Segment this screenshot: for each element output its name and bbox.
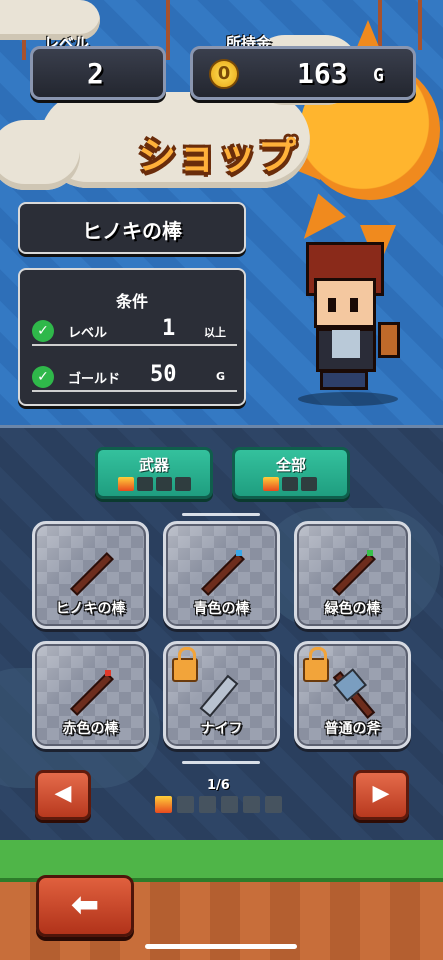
item-name: 緑色の棒 [324, 601, 381, 617]
item-name: ヒノキの棒 [55, 601, 126, 617]
page-title: ショップ [138, 134, 299, 178]
condition-unit: 以上 [204, 326, 226, 339]
blue-stick-icon [201, 552, 245, 596]
item-name: 赤色の棒 [62, 721, 119, 737]
level-value: 2 [87, 57, 104, 90]
conditions-panel: 条件 ✓ レベル 1 以上 ✓ ゴールド 50 G [18, 268, 246, 406]
category-progress [263, 477, 317, 491]
page-dots [155, 796, 282, 813]
level-box: 2 [30, 46, 166, 100]
gold-box: 0 163 G [190, 46, 416, 100]
divider [182, 761, 260, 764]
shop-item-hinoki-stick[interactable]: ヒノキの棒 [32, 521, 149, 629]
shop-item-axe[interactable]: 普通の斧 [294, 641, 411, 749]
condition-row-gold: ✓ ゴールド 50 G [32, 362, 237, 392]
check-icon: ✓ [32, 320, 54, 342]
coin-icon: 0 [209, 59, 239, 89]
gold-unit: G [373, 65, 384, 86]
lock-icon [303, 647, 329, 682]
green-stick-icon [332, 552, 376, 596]
cloud-decoration [0, 120, 80, 190]
condition-value: 50 [150, 362, 177, 387]
left-arrow-icon: ◀ [54, 781, 72, 806]
condition-value: 1 [162, 316, 176, 341]
gold-value: 163 [297, 57, 348, 90]
shop-item-green-stick[interactable]: 緑色の棒 [294, 521, 411, 629]
shop-item-red-stick[interactable]: 赤色の棒 [32, 641, 149, 749]
right-arrow-icon: ▶ [372, 781, 390, 806]
category-label: 全部 [275, 456, 306, 474]
shop-item-blue-stick[interactable]: 青色の棒 [163, 521, 280, 629]
category-weapon-button[interactable]: 武器 [95, 447, 213, 499]
rope-decoration [418, 0, 422, 50]
selected-item-name: ヒノキの棒 [82, 219, 182, 243]
lock-icon [172, 647, 198, 682]
rope-decoration [166, 0, 170, 60]
back-arrow-icon: ⬅ [70, 885, 100, 925]
page-indicator-label: 1/6 [207, 778, 230, 793]
condition-label: レベル [68, 326, 108, 341]
back-button[interactable]: ⬅ [36, 875, 134, 937]
selected-item-name-panel: ヒノキの棒 [18, 202, 246, 254]
next-page-button[interactable]: ▶ [353, 770, 409, 820]
player-character [292, 242, 402, 412]
item-name: 青色の棒 [193, 601, 250, 617]
item-name: ナイフ [200, 721, 243, 737]
hinoki-stick-icon [70, 552, 114, 596]
conditions-header: 条件 [115, 292, 148, 311]
condition-unit: G [216, 370, 226, 383]
knife-icon [199, 674, 239, 718]
item-name: 普通の斧 [324, 721, 381, 737]
red-stick-icon [70, 672, 114, 716]
coin-glyph: 0 [217, 63, 231, 84]
divider [182, 513, 260, 516]
condition-row-level: ✓ レベル 1 以上 [32, 316, 237, 346]
shop-item-knife[interactable]: ナイフ [163, 641, 280, 749]
condition-label: ゴールド [68, 372, 121, 387]
category-all-button[interactable]: 全部 [232, 447, 350, 499]
check-icon: ✓ [32, 366, 54, 388]
home-indicator[interactable] [145, 944, 297, 949]
category-progress [118, 477, 191, 491]
prev-page-button[interactable]: ◀ [35, 770, 91, 820]
category-label: 武器 [138, 456, 169, 474]
